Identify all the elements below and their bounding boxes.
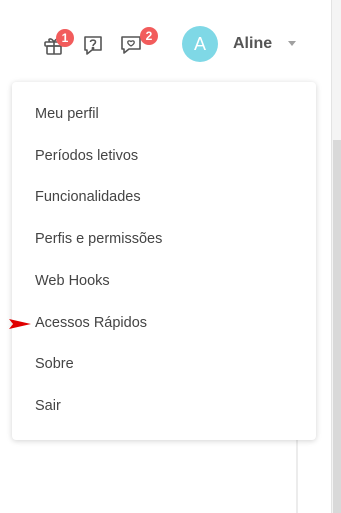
- menu-item-web-hooks[interactable]: Web Hooks: [35, 273, 110, 289]
- messages-button[interactable]: 2: [119, 27, 158, 59]
- menu-item-periodos-letivos[interactable]: Períodos letivos: [35, 148, 138, 164]
- menu-item-sobre[interactable]: Sobre: [35, 356, 74, 372]
- messages-badge: 2: [140, 27, 158, 45]
- menu-item-funcionalidades[interactable]: Funcionalidades: [35, 189, 141, 205]
- background-panel-edge: [296, 440, 298, 513]
- menu-item-meu-perfil[interactable]: Meu perfil: [35, 106, 99, 122]
- pointer-arrow-icon: [9, 317, 31, 329]
- chevron-down-icon[interactable]: [288, 41, 296, 46]
- avatar[interactable]: A: [182, 26, 218, 62]
- help-icon: [81, 33, 107, 57]
- menu-item-sair[interactable]: Sair: [35, 398, 61, 414]
- user-name[interactable]: Aline: [233, 35, 272, 53]
- user-dropdown-menu: Meu perfil Períodos letivos Funcionalida…: [12, 82, 316, 440]
- menu-item-acessos-rapidos[interactable]: Acessos Rápidos: [35, 315, 147, 331]
- help-button[interactable]: [81, 33, 107, 59]
- scrollbar-thumb[interactable]: [333, 140, 341, 513]
- page: 1 2 A Aline Meu perfil Períodos letivos …: [0, 0, 341, 513]
- gift-badge: 1: [56, 29, 74, 47]
- menu-item-perfis-permissoes[interactable]: Perfis e permissões: [35, 231, 162, 247]
- gift-button[interactable]: 1: [42, 29, 74, 59]
